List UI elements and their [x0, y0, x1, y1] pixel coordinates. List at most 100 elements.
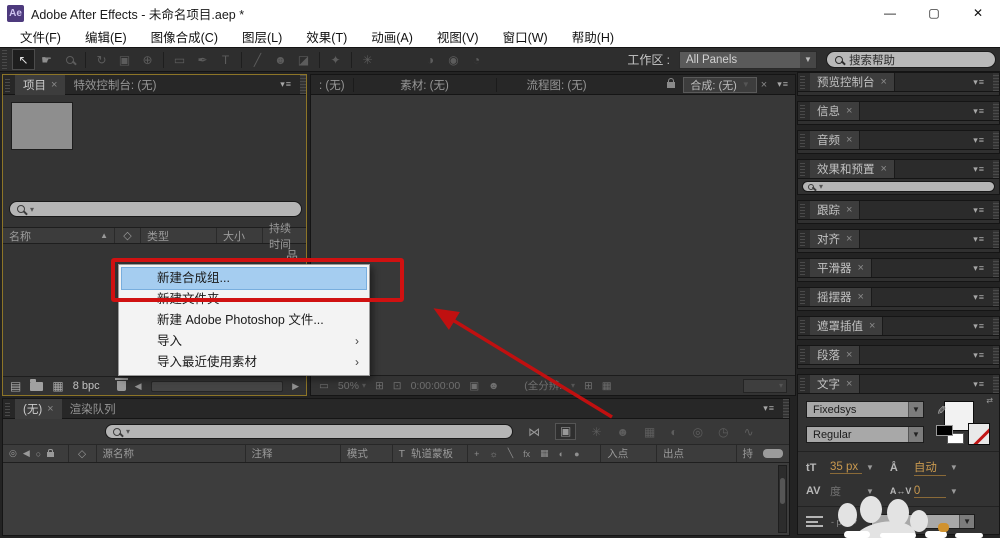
close-icon[interactable]: × [881, 76, 887, 88]
chevron-down-icon[interactable]: ▾ [853, 517, 857, 526]
effect-icon[interactable]: ╲ [508, 448, 513, 459]
panel-grip[interactable] [800, 231, 805, 247]
tab-effect-controls[interactable]: 特效控制台: (无) [65, 75, 164, 95]
timecode-display[interactable]: 0:00:00:00 [411, 380, 461, 392]
frame-blend-icon[interactable]: ▦ [540, 448, 549, 459]
axis-mode-icon[interactable]: ◑ [419, 49, 442, 70]
vertical-scrollbar[interactable] [778, 465, 787, 533]
composition-flow-icon[interactable]: ⋈ [528, 425, 540, 439]
transparency-grid-icon[interactable]: ▦ [602, 380, 612, 392]
panel-menu-icon[interactable]: ▾≡ [967, 234, 991, 245]
column-duration[interactable]: 持续时间 [263, 223, 306, 251]
panel-menu-icon[interactable]: ▾≡ [274, 79, 298, 90]
panel-grip[interactable] [800, 347, 805, 363]
column-name[interactable]: 名称 ▲ [3, 228, 115, 243]
duration-column[interactable]: 持 [737, 445, 790, 462]
panel-menu-icon[interactable]: ▾≡ [967, 205, 991, 216]
tab-align[interactable]: 对齐 × [810, 230, 861, 248]
menu-edit[interactable]: 编辑(E) [73, 27, 139, 46]
chevron-down-icon[interactable]: ▼ [950, 463, 958, 472]
pen-tool[interactable]: ✒ [191, 49, 214, 70]
quality-icon[interactable]: ☼ [489, 449, 497, 459]
selection-tool[interactable]: ↖ [12, 49, 35, 70]
tab-info[interactable]: 信息 × [810, 102, 861, 120]
lock-icon[interactable] [667, 77, 676, 88]
panel-menu-icon[interactable]: ▾≡ [967, 106, 991, 117]
panel-grip[interactable] [993, 73, 999, 91]
menu-view[interactable]: 视图(V) [425, 27, 491, 46]
tab-paragraph[interactable]: 段落 × [810, 346, 861, 364]
horizontal-scrollbar[interactable] [150, 380, 284, 392]
panel-grip[interactable] [800, 318, 805, 334]
menu-composition[interactable]: 图像合成(C) [139, 27, 230, 46]
eraser-tool[interactable]: ◪ [292, 49, 315, 70]
paragraph-dropdown[interactable]: ▼ [871, 514, 976, 529]
font-style-dropdown[interactable]: Regular ▼ [806, 426, 924, 443]
close-icon[interactable]: × [869, 320, 875, 332]
tab-flowchart-none[interactable]: 流程图: (无) [497, 75, 617, 95]
motion-blur-icon[interactable]: ◐ [559, 449, 564, 459]
type-tool[interactable]: T [214, 49, 237, 70]
panel-grip[interactable] [993, 346, 999, 364]
panel-menu-icon[interactable]: ▾≡ [967, 321, 991, 332]
region-of-interest-icon[interactable]: ⊡ [393, 380, 402, 392]
panel-grip[interactable] [800, 202, 805, 218]
brush-tool[interactable]: ╱ [246, 49, 269, 70]
panel-menu-icon[interactable]: ▾≡ [967, 379, 991, 390]
hide-shy-layers-icon[interactable]: ☻ [616, 425, 629, 439]
new-composition-icon[interactable]: ▦ [52, 379, 63, 393]
workspace-dropdown[interactable]: All Panels ▼ [679, 50, 817, 69]
close-icon[interactable]: × [846, 134, 852, 146]
panel-grip[interactable] [993, 259, 999, 277]
graph-editor-icon[interactable]: ∿ [744, 425, 754, 439]
panel-grip[interactable] [800, 260, 805, 276]
font-size-value[interactable]: 35 px [830, 461, 862, 474]
magnification-dropdown[interactable]: 50% ▾ [338, 380, 366, 392]
panel-grip[interactable] [783, 399, 789, 418]
tab-mask-interpolation[interactable]: 遮罩插值 × [810, 317, 884, 335]
tab-tracker[interactable]: 跟踪 × [810, 201, 861, 219]
tab-project[interactable]: 项目 × [15, 74, 66, 95]
bit-depth-label[interactable]: 8 bpc [73, 380, 100, 392]
parent-pickwhip-icon[interactable]: + [474, 449, 479, 459]
panel-menu-icon[interactable]: ▾≡ [967, 292, 991, 303]
panel-grip[interactable] [993, 288, 999, 306]
axis-mode-icon[interactable]: ◔ [465, 49, 488, 70]
tab-timeline-none[interactable]: (无) × [15, 398, 62, 419]
panel-menu-icon[interactable]: ▾≡ [967, 135, 991, 146]
panel-menu-icon[interactable]: ▾≡ [757, 403, 781, 414]
panel-grip[interactable] [300, 75, 306, 94]
maximize-button[interactable]: ▢ [912, 0, 956, 26]
solo-icon[interactable]: ○ [36, 449, 41, 459]
trash-icon[interactable] [114, 378, 128, 391]
pan-behind-tool[interactable]: ⊕ [136, 49, 159, 70]
comment-column[interactable]: 注释 [246, 445, 341, 462]
menu-file[interactable]: 文件(F) [8, 27, 73, 46]
close-button[interactable]: ✕ [956, 0, 1000, 26]
panel-grip[interactable] [5, 76, 10, 93]
close-icon[interactable]: × [846, 349, 852, 361]
motion-blur-icon[interactable]: ◐ [670, 425, 677, 439]
toolbar-grip[interactable] [2, 50, 7, 69]
new-folder-icon[interactable] [30, 378, 44, 391]
minimize-button[interactable]: — [868, 0, 912, 26]
close-icon[interactable]: × [846, 204, 852, 216]
chevron-down-icon[interactable]: ▼ [866, 487, 874, 496]
close-icon[interactable]: × [846, 233, 852, 245]
column-type[interactable]: 类型 [141, 228, 217, 243]
lock-icon[interactable] [47, 449, 55, 457]
zoom-tool[interactable] [58, 49, 81, 70]
tracking-value[interactable]: 0 [913, 485, 946, 498]
track-matte-column[interactable]: T 轨道蒙板 [393, 445, 469, 462]
mode-column[interactable]: 模式 [341, 445, 393, 462]
tab-footage-none[interactable]: 素材: (无) [354, 75, 496, 95]
tab-effects-presets[interactable]: 效果和预置 × [810, 160, 895, 178]
tab-audio[interactable]: 音频 × [810, 131, 861, 149]
column-label-color[interactable]: ◇ [115, 228, 141, 243]
brainstorm-icon[interactable]: ◎ [693, 425, 703, 439]
always-preview-icon[interactable]: ▭ [319, 380, 329, 392]
panel-grip[interactable] [800, 132, 805, 148]
menu-item-import[interactable]: 导入 › [119, 331, 369, 352]
panel-menu-icon[interactable]: ▾≡ [771, 79, 795, 90]
scroll-right-icon[interactable]: ▶ [292, 381, 299, 392]
